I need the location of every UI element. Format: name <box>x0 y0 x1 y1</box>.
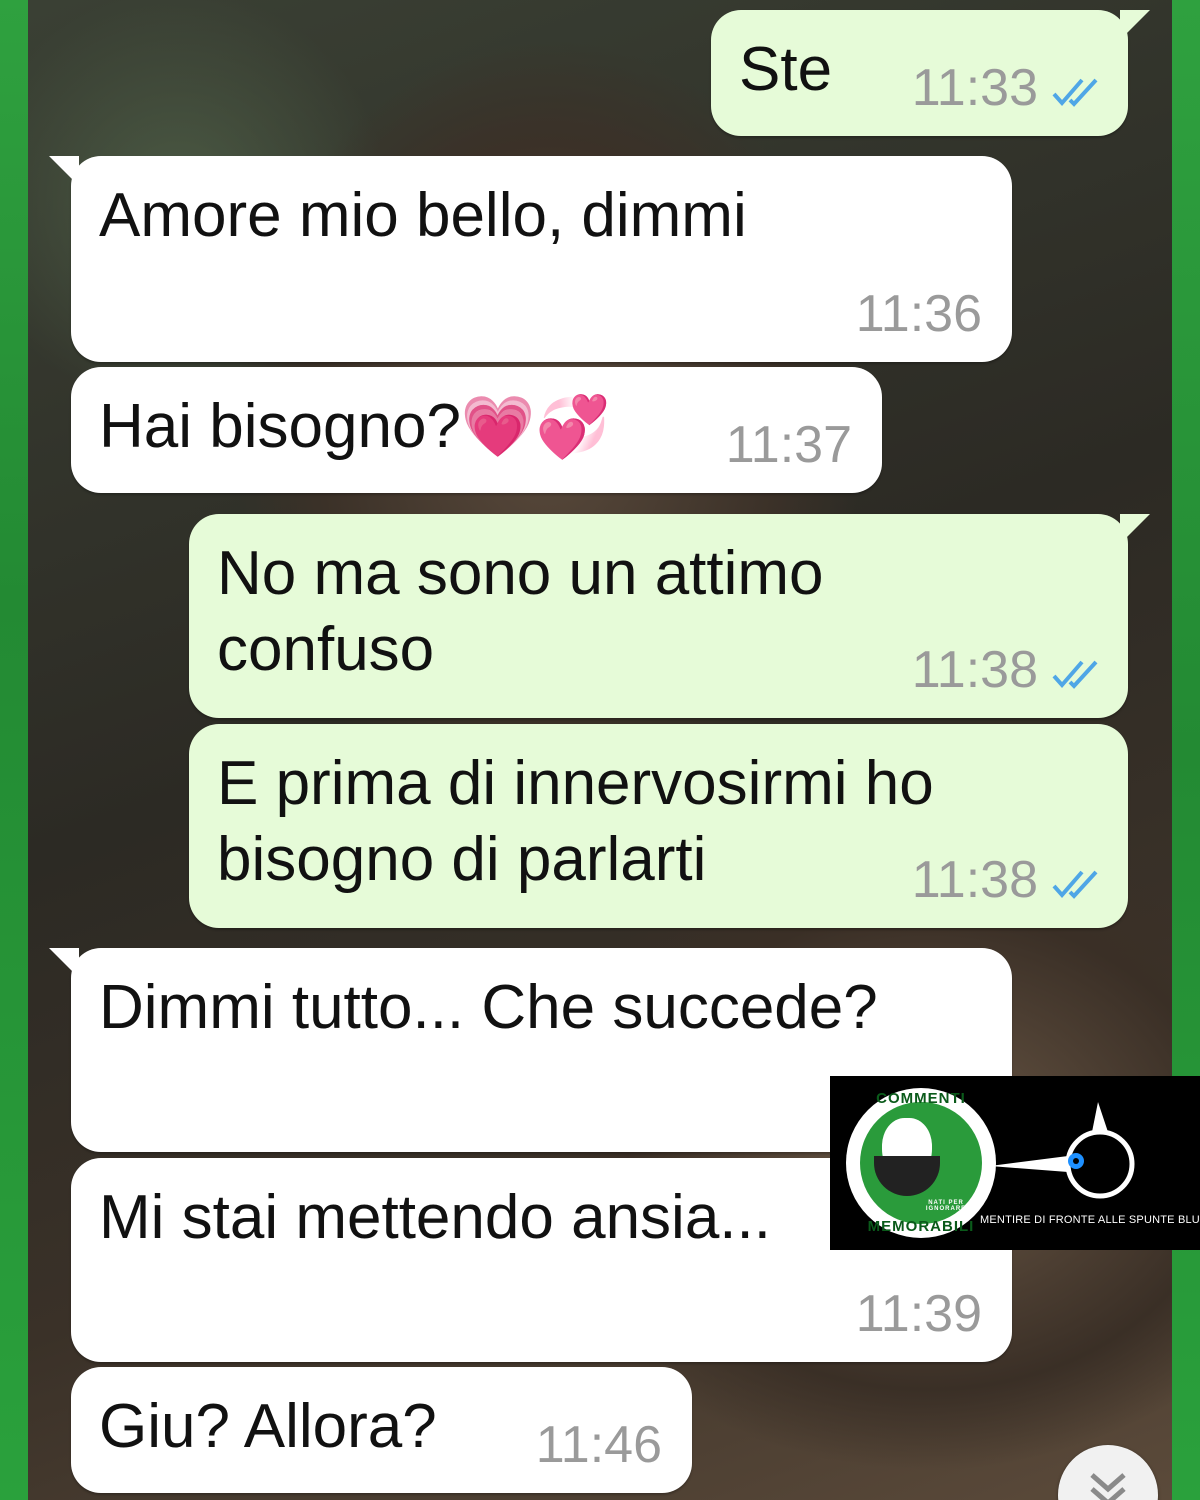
scroll-down-button[interactable] <box>1058 1445 1158 1500</box>
right-green-frame <box>1172 0 1200 1500</box>
double-check-icon <box>1052 660 1098 689</box>
message-text: Dimmi tutto... Che succede? <box>99 973 878 1042</box>
message-bubble-incoming[interactable]: Amore mio bello, dimmi 11:36 <box>49 156 1012 362</box>
commenti-memorabili-badge: COMMENTI MEMORABILI NATI PER IGNORARE <box>846 1088 996 1238</box>
message-text: Giu? Allora? <box>99 1392 437 1461</box>
double-check-icon <box>1052 78 1098 107</box>
message-time: 11:37 <box>725 416 852 474</box>
double-chevron-down-icon <box>1090 1473 1126 1500</box>
message-time: 11:38 <box>911 851 1038 909</box>
message-text: Mi stai mettendo ansia... <box>99 1183 771 1252</box>
message-text: Ste <box>739 35 833 104</box>
message-time: 11:46 <box>535 1416 662 1474</box>
message-bubble-incoming[interactable]: Giu? Allora? 11:46 <box>71 1367 692 1493</box>
heart-emoji: 💗💞 <box>460 393 611 460</box>
message-bubble-incoming[interactable]: Hai bisogno?💗💞 11:37 <box>71 367 882 493</box>
watermark-logo: COMMENTI MEMORABILI NATI PER IGNORARE ME… <box>830 1076 1200 1250</box>
chat-area[interactable]: Ste 11:33 Amore mio bello, dimmi 11:36 H… <box>28 0 1172 1500</box>
message-time: 11:36 <box>855 285 982 343</box>
badge-bottom-text: MEMORABILI <box>867 1218 975 1235</box>
watermark-tagline: MENTIRE DI FRONTE ALLE SPUNTE BLU <box>980 1214 1200 1226</box>
message-bubble-outgoing[interactable]: Ste 11:33 <box>711 10 1150 136</box>
badge-top-text: COMMENTI <box>876 1090 966 1107</box>
message-text: No ma sono un attimo confuso <box>217 539 824 684</box>
message-time: 11:33 <box>911 59 1038 117</box>
message-bubble-outgoing[interactable]: E prima di innervosirmi ho bisogno di pa… <box>189 724 1128 928</box>
message-text: Hai bisogno? <box>99 392 461 461</box>
message-time: 11:39 <box>855 1285 982 1343</box>
message-time: 11:38 <box>911 641 1038 699</box>
double-check-icon <box>1052 870 1098 899</box>
left-green-frame <box>0 0 28 1500</box>
pinocchio-nose-icon <box>990 1102 1135 1199</box>
message-text: Amore mio bello, dimmi <box>99 181 747 250</box>
message-bubble-outgoing[interactable]: No ma sono un attimo confuso 11:38 <box>189 514 1150 718</box>
badge-small-text: NATI PER IGNORARE <box>925 1200 967 1212</box>
message-text: E prima di innervosirmi ho bisogno di pa… <box>217 749 934 894</box>
